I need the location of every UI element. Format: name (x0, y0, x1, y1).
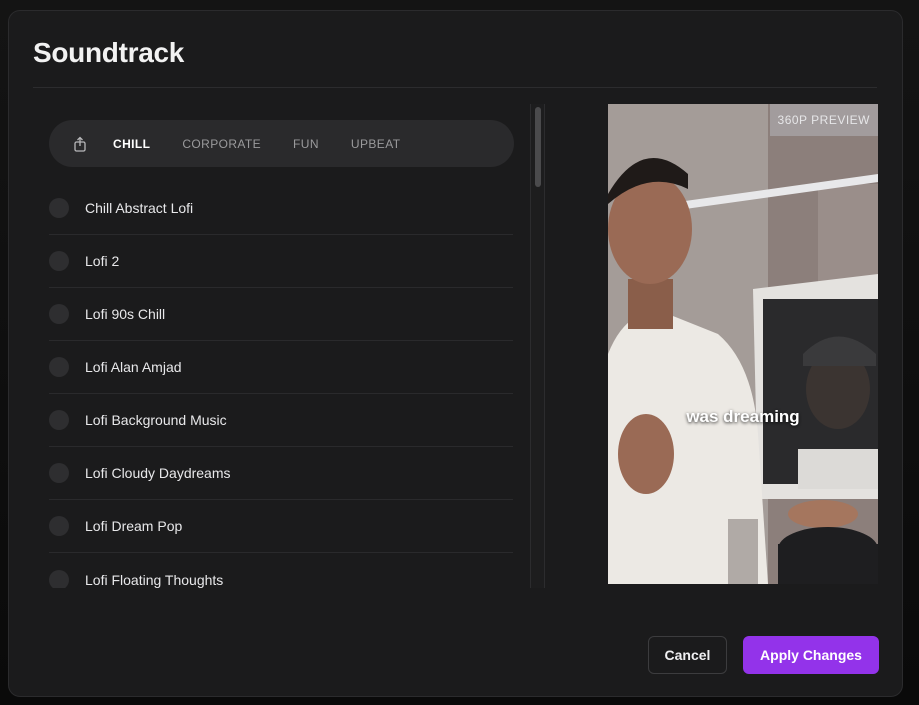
modal-title: Soundtrack (33, 37, 185, 68)
tab-fun[interactable]: FUN (293, 137, 319, 151)
video-preview: 360P PREVIEW was dreaming (608, 104, 878, 584)
track-label: Chill Abstract Lofi (85, 200, 194, 216)
video-frame-image (608, 104, 878, 584)
cancel-button[interactable]: Cancel (648, 636, 727, 674)
tab-chill[interactable]: CHILL (113, 137, 150, 151)
title-divider (33, 87, 877, 88)
track-radio[interactable] (49, 410, 69, 430)
resolution-badge: 360P PREVIEW (769, 104, 878, 136)
track-label: Lofi Alan Amjad (85, 359, 182, 375)
video-caption: was dreaming (686, 407, 800, 426)
track-item[interactable]: Lofi Floating Thoughts (49, 553, 513, 588)
track-radio[interactable] (49, 304, 69, 324)
track-radio[interactable] (49, 516, 69, 536)
track-item[interactable]: Chill Abstract Lofi (49, 182, 513, 235)
track-list-panel: CHILL CORPORATE FUN UPBEAT Chill Abstrac… (33, 104, 545, 588)
share-upload-icon[interactable] (73, 136, 89, 152)
track-item[interactable]: Lofi Cloudy Daydreams (49, 447, 513, 500)
track-radio[interactable] (49, 251, 69, 271)
track-item[interactable]: Lofi Dream Pop (49, 500, 513, 553)
track-label: Lofi 2 (85, 253, 120, 269)
track-item[interactable]: Lofi Alan Amjad (49, 341, 513, 394)
track-radio[interactable] (49, 198, 69, 218)
tab-corporate[interactable]: CORPORATE (182, 137, 261, 151)
track-item[interactable]: Lofi 2 (49, 235, 513, 288)
track-item[interactable]: Lofi Background Music (49, 394, 513, 447)
track-radio[interactable] (49, 357, 69, 377)
track-list-scrollbar[interactable] (530, 104, 545, 588)
track-radio[interactable] (49, 569, 69, 588)
track-radio[interactable] (49, 463, 69, 483)
track-label: Lofi Background Music (85, 412, 227, 428)
track-list: Chill Abstract Lofi Lofi 2 Lofi 90s Chil… (49, 182, 513, 588)
track-label: Lofi Dream Pop (85, 518, 183, 534)
track-label: Lofi Floating Thoughts (85, 571, 224, 588)
track-item[interactable]: Lofi 90s Chill (49, 288, 513, 341)
category-tabs: CHILL CORPORATE FUN UPBEAT (49, 120, 514, 167)
apply-changes-button[interactable]: Apply Changes (743, 636, 879, 674)
soundtrack-modal: Soundtrack CHILL CORPORATE FUN UPBEAT Ch… (8, 10, 903, 697)
tab-upbeat[interactable]: UPBEAT (351, 137, 401, 151)
scroll-thumb[interactable] (535, 107, 541, 187)
track-label: Lofi Cloudy Daydreams (85, 465, 231, 481)
track-label: Lofi 90s Chill (85, 306, 166, 322)
